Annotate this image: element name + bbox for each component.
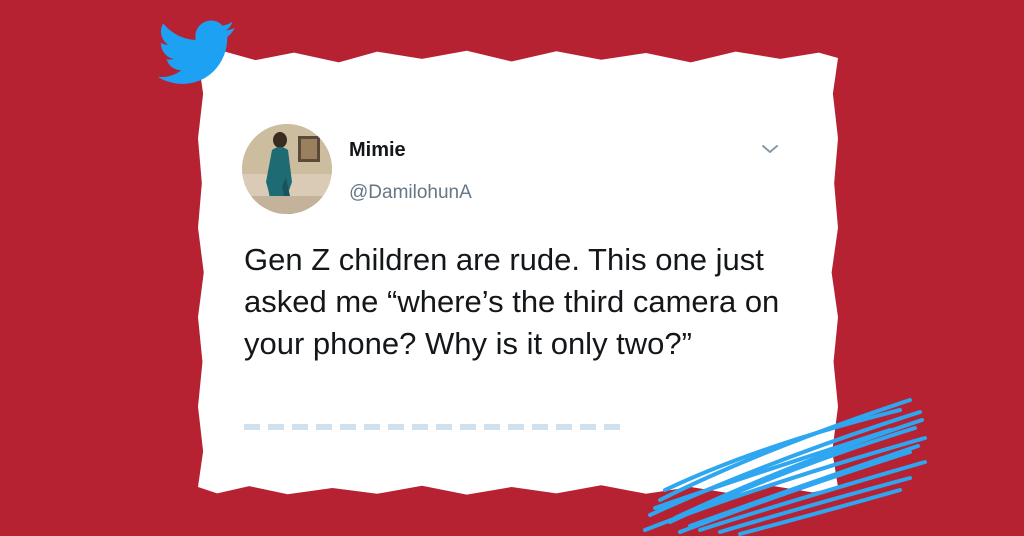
user-handle[interactable]: @DamilohunA [349, 182, 472, 204]
tweet-text: Gen Z children are rude. This one just a… [244, 242, 780, 361]
display-name[interactable]: Mimie [349, 139, 406, 162]
chevron-down-icon[interactable] [759, 141, 781, 157]
avatar[interactable] [242, 124, 332, 214]
twitter-bird-icon [158, 20, 235, 84]
tweet-meta-faded [244, 424, 624, 430]
scribble-decoration [643, 398, 927, 536]
